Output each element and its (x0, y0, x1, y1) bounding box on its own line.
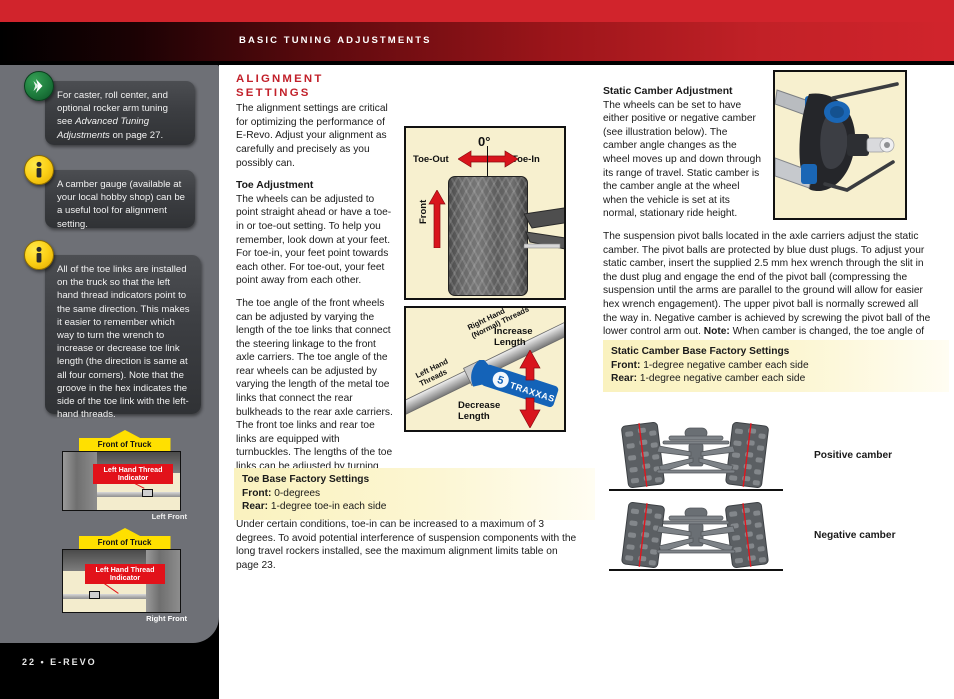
left-front-caption: Left Front (151, 512, 187, 521)
toe-front-value: 0-degrees (271, 487, 321, 499)
toe-rear-key: Rear: (242, 501, 269, 513)
tire-illustration (448, 176, 528, 296)
section-heading: ALIGNMENT SETTINGS (236, 73, 324, 99)
toe-zero-label: 0° (478, 134, 491, 149)
right-text-column-top: Static Camber Adjustment The wheels can … (603, 85, 763, 230)
toe-factbox-rear: Rear: 1-degree toe-in each side (242, 500, 587, 514)
increase-length-label: Increase Length (494, 326, 533, 348)
toe-factbox-front: Front: 0-degrees (242, 487, 587, 501)
left-text-column: ALIGNMENT SETTINGS The alignment setting… (236, 73, 394, 510)
content-area: ALIGNMENT SETTINGS The alignment setting… (219, 65, 954, 699)
camber-para2-a: The suspension pivot balls located in th… (603, 231, 931, 338)
left-hand-thread-callout-2: Left Hand Thread Indicator (85, 564, 165, 584)
right-front-photo: Left Hand Thread Indicator (62, 549, 181, 613)
hex-groove-marker-2 (89, 591, 100, 599)
camber-rear-key: Rear: (611, 373, 638, 385)
header-gradient-band (0, 22, 954, 61)
camber-factory-settings-box: Static Camber Base Factory Settings Fron… (603, 340, 949, 392)
camber-front-value: 1-degree negative camber each side (640, 359, 809, 371)
turnbuckle-diagram: Right Hand (Normal) Threads Left Hand Th… (404, 306, 566, 432)
page-folio: 22 • E-REVO (22, 657, 97, 667)
intro-paragraph: The alignment settings are critical for … (236, 103, 388, 169)
toe-front-key: Front: (242, 487, 272, 499)
toe-paragraph-3-wrap: Under certain conditions, toe-in can be … (236, 518, 581, 581)
footer-white-area (219, 643, 954, 699)
toe-factory-settings-box: Toe Base Factory Settings Front: 0-degre… (234, 468, 595, 520)
tip-box-1: For caster, roll center, and optional ro… (45, 81, 195, 145)
positive-camber-label: Positive camber (814, 450, 893, 461)
camber-paragraph-2: The suspension pivot balls located in th… (603, 230, 933, 352)
tip-1-text: For caster, roll center, and optional ro… (57, 90, 168, 141)
toe-adjustment-heading: Toe Adjustment (236, 180, 314, 192)
toe-rear-value: 1-degree toe-in each side (268, 501, 387, 513)
front-of-truck-label-1: Front of Truck (97, 440, 152, 449)
toe-paragraph-3: Under certain conditions, toe-in can be … (236, 519, 577, 571)
front-of-truck-arrow-1: Front of Truck (78, 430, 171, 451)
info-icon-2 (24, 240, 54, 270)
toe-paragraph-1: The wheels can be adjusted to point stra… (236, 193, 392, 287)
camber-rear-value: 1-degree negative camber each side (637, 373, 806, 385)
camber-heading: Static Camber Adjustment (603, 86, 733, 97)
tip-box-2: A camber gauge (available at your local … (45, 170, 195, 230)
toe-diagram: 0° Toe-Out Toe-In Front (404, 126, 566, 300)
axle-carrier-photo (773, 70, 907, 220)
left-hand-thread-callout-1: Left Hand Thread Indicator (93, 464, 173, 484)
camber-note-key: Note: (703, 326, 730, 338)
tip-box-3: All of the toe links are installed on th… (45, 255, 201, 420)
tip-2-text: A camber gauge (available at your local … (57, 179, 185, 230)
green-arrow-icon (24, 71, 54, 101)
left-front-photo-block: Front of Truck Left Hand Thread Indicato… (62, 430, 187, 521)
right-front-caption: Right Front (146, 614, 187, 623)
toe-factbox-title: Toe Base Factory Settings (242, 474, 370, 485)
header-top-bar (0, 0, 954, 22)
left-front-photo: Left Hand Thread Indicator (62, 451, 181, 511)
positive-camber-figure (607, 422, 797, 500)
camber-front-key: Front: (611, 359, 641, 371)
hex-groove-marker-1 (142, 489, 153, 497)
front-of-truck-arrow-2: Front of Truck (78, 528, 171, 549)
front-direction-label: Front (418, 199, 429, 224)
negative-camber-figure (607, 502, 797, 580)
camber-factbox-title: Static Camber Base Factory Settings (611, 346, 790, 357)
camber-factbox-rear: Rear: 1-degree negative camber each side (611, 372, 941, 386)
page-root: BASIC TUNING ADJUSTMENTS For caster, rol… (0, 0, 954, 699)
decrease-length-label: Decrease Length (458, 400, 501, 422)
info-icon-1 (24, 155, 54, 185)
tip-3-text: All of the toe links are installed on th… (57, 264, 190, 421)
toe-out-label: Toe-Out (413, 154, 449, 165)
front-of-truck-label-2: Front of Truck (97, 538, 152, 547)
camber-factbox-front: Front: 1-degree negative camber each sid… (611, 359, 941, 373)
page-header-title: BASIC TUNING ADJUSTMENTS (239, 35, 432, 46)
sidebar-panel: For caster, roll center, and optional ro… (0, 65, 219, 643)
right-front-photo-block: Front of Truck Left Hand Thread Indicato… (62, 528, 187, 623)
camber-paragraph-1: The wheels can be set to have either pos… (603, 99, 762, 220)
negative-camber-label: Negative camber (814, 530, 896, 541)
